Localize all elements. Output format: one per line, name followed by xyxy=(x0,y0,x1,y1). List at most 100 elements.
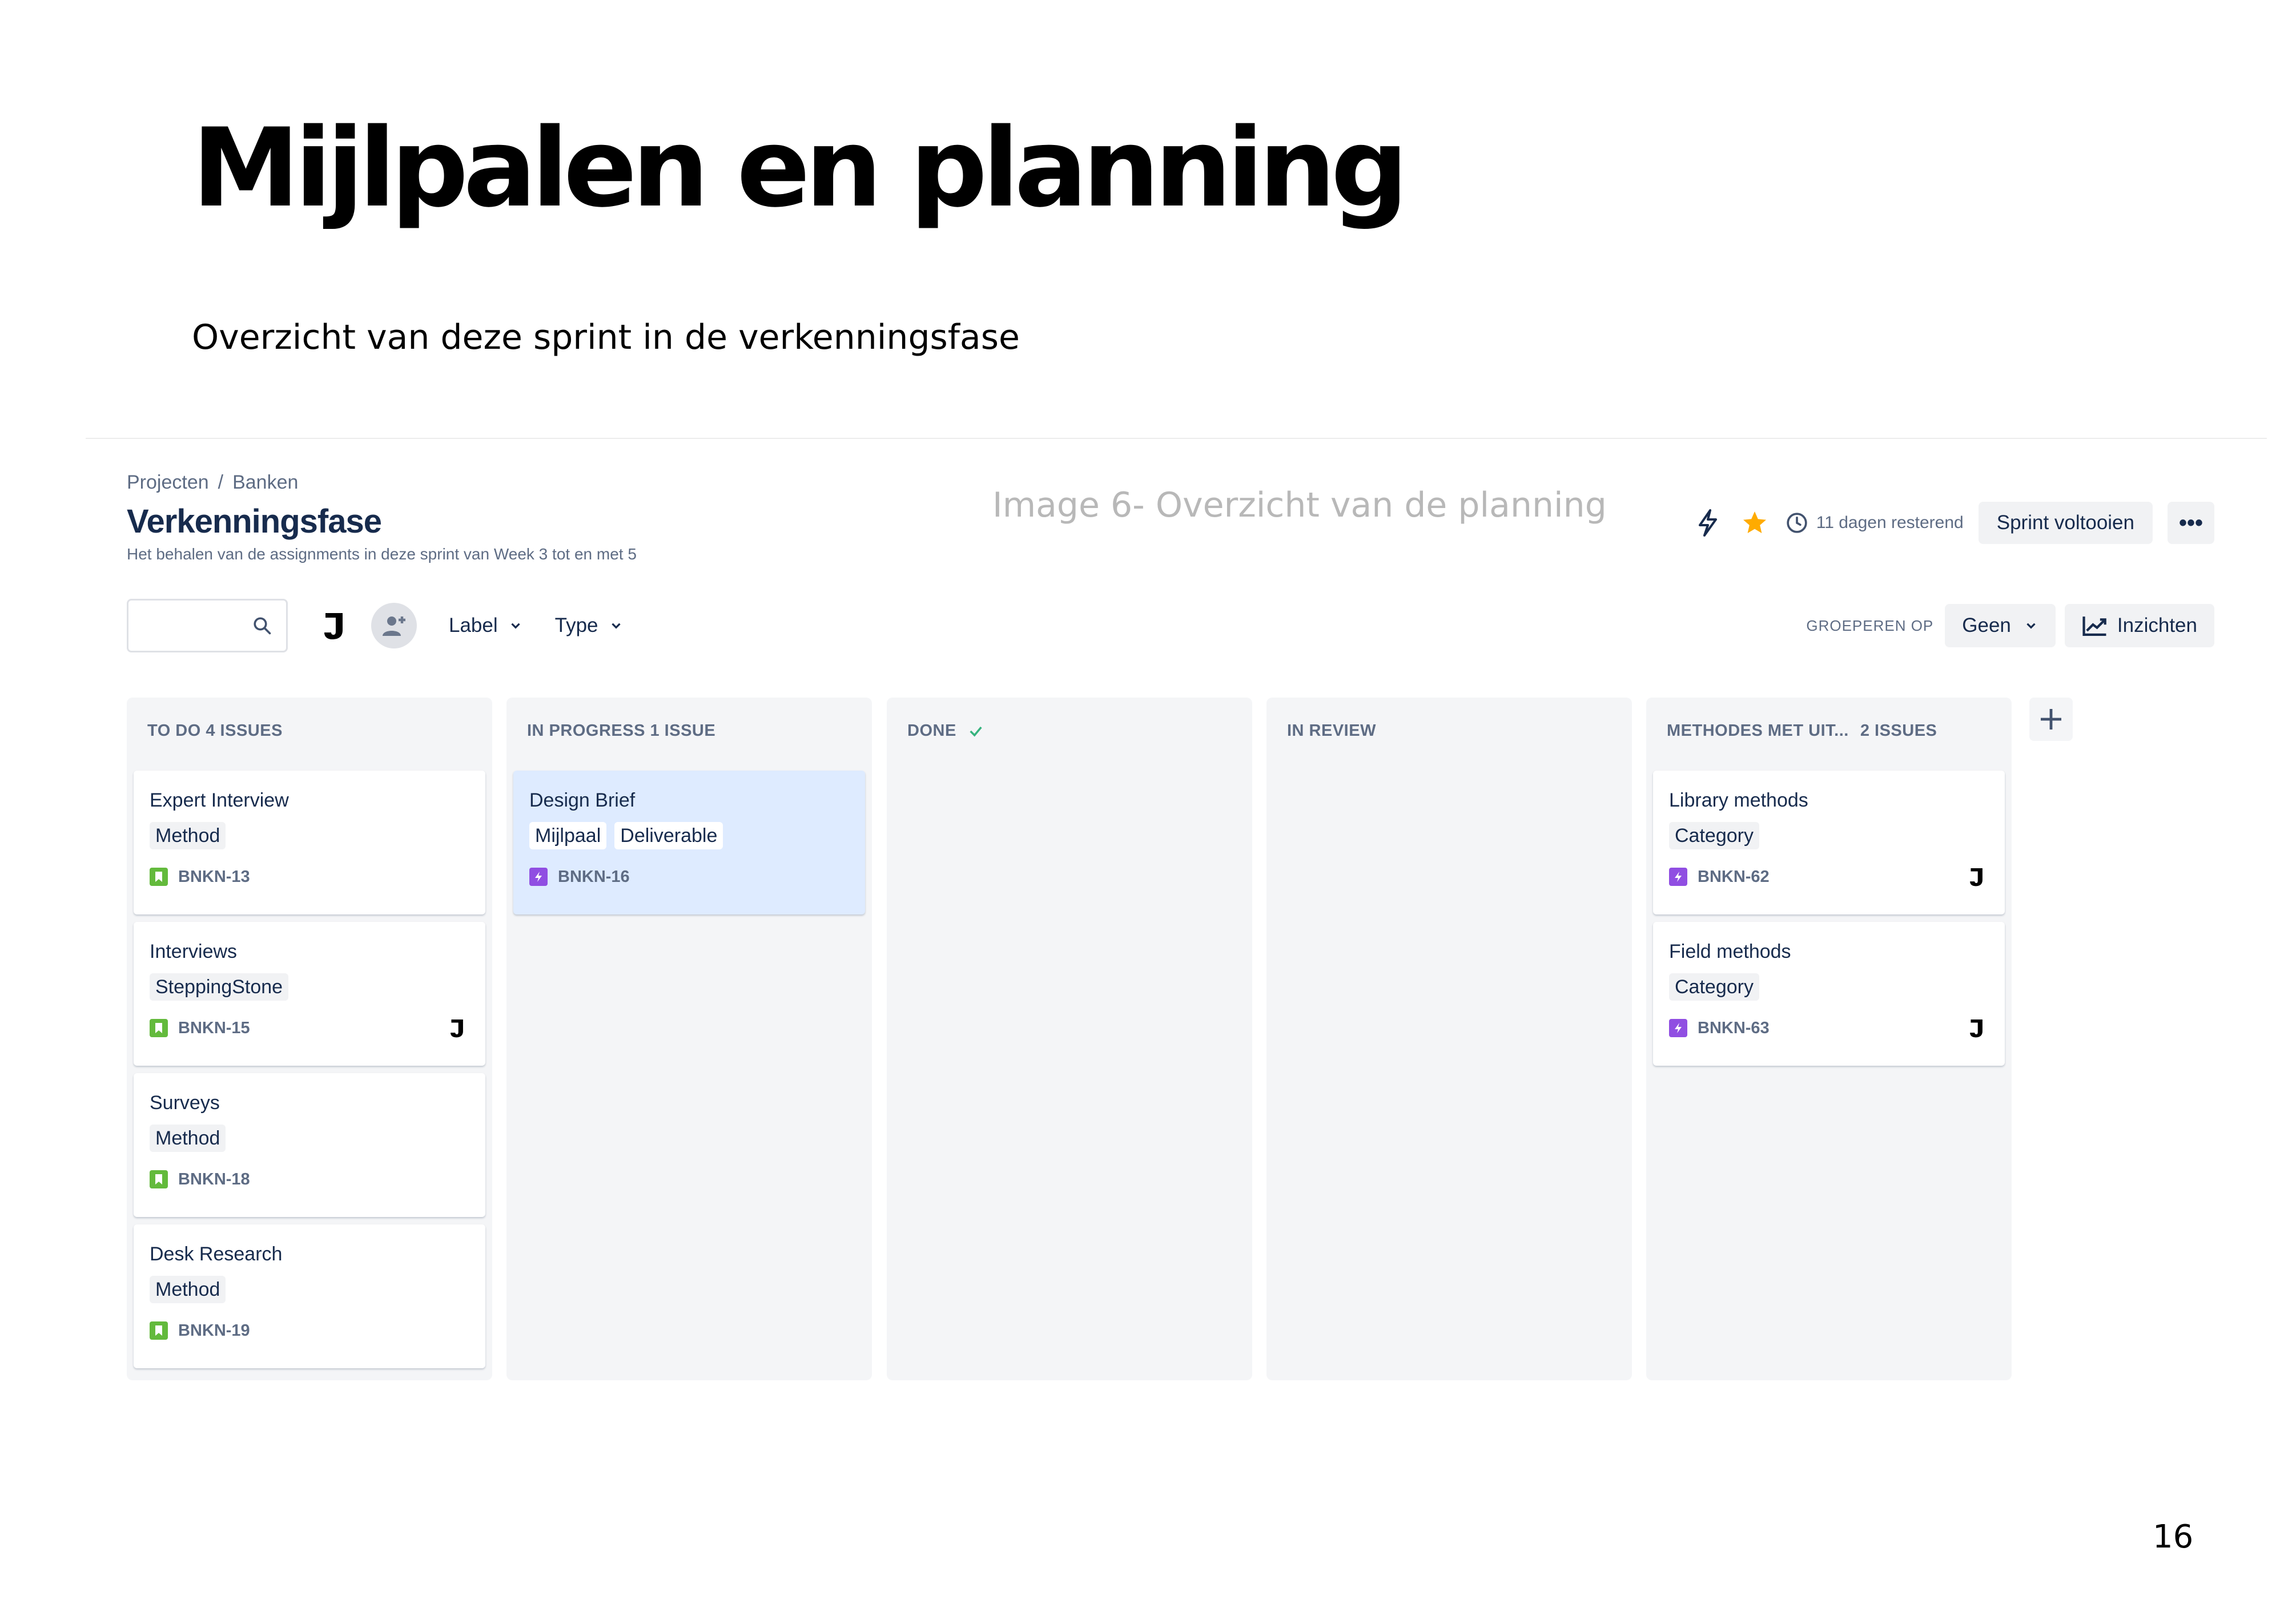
type-filter[interactable]: Type xyxy=(555,614,624,637)
header-actions: 11 dagen resterend Sprint voltooien ••• xyxy=(1692,500,2214,546)
breadcrumb-separator: / xyxy=(218,472,224,493)
issue-key[interactable]: BNKN-62 xyxy=(1698,868,1770,886)
column-title: METHODES MET UIT... xyxy=(1667,722,1849,740)
avatar-j-icon xyxy=(451,1019,463,1038)
more-actions-button[interactable]: ••• xyxy=(2168,502,2214,544)
assignee-avatar[interactable] xyxy=(444,1015,469,1041)
issue-card[interactable]: Surveys Method BNKN-18 xyxy=(134,1073,485,1217)
divider xyxy=(86,438,2267,439)
issue-key[interactable]: BNKN-15 xyxy=(178,1019,250,1038)
card-title: Field methods xyxy=(1669,941,1791,962)
chevron-down-icon xyxy=(611,623,621,629)
assignee-avatar[interactable] xyxy=(1964,864,1989,889)
assignee-avatar[interactable] xyxy=(1964,1015,1989,1041)
issue-card[interactable]: Desk Research Method BNKN-19 xyxy=(134,1224,485,1368)
column-in-progress: IN PROGRESS 1 ISSUE Design Brief Mijlpaa… xyxy=(506,698,872,1380)
column-title: IN REVIEW xyxy=(1287,722,1376,740)
avatar-j-icon xyxy=(324,613,343,639)
issue-card[interactable]: Design Brief Mijlpaal Deliverable BNKN-1… xyxy=(513,771,865,914)
card-title: Interviews xyxy=(150,941,238,962)
group-by-label: GROEPEREN OP xyxy=(1806,616,1934,634)
issue-card[interactable]: Field methods Category BNKN-63 xyxy=(1653,922,2005,1066)
card-label: Method xyxy=(150,1125,226,1152)
column-methodes: METHODES MET UIT... 2 ISSUES Library met… xyxy=(1646,698,2012,1380)
column-header: DONE xyxy=(907,722,984,740)
story-icon xyxy=(150,1170,168,1188)
label-filter[interactable]: Label xyxy=(449,614,523,637)
time-remaining-text: 11 dagen resterend xyxy=(1816,513,1964,532)
card-title: Library methods xyxy=(1669,789,1808,811)
search-input[interactable] xyxy=(127,599,288,652)
breadcrumb: Projecten / Banken xyxy=(127,472,298,494)
issue-key[interactable]: BNKN-16 xyxy=(558,868,630,886)
card-label: Category xyxy=(1669,973,1759,1001)
epic-icon xyxy=(529,868,548,886)
column-in-review: IN REVIEW xyxy=(1266,698,1632,1380)
search-icon xyxy=(254,617,271,635)
page-number: 16 xyxy=(2153,1518,2194,1556)
card-title: Expert Interview xyxy=(150,789,289,811)
column-count: 2 ISSUES xyxy=(1860,722,1937,740)
card-label: Deliverable xyxy=(614,822,723,849)
breadcrumb-projects[interactable]: Projecten xyxy=(127,472,209,493)
type-filter-text: Type xyxy=(554,614,598,636)
automation-bolt-icon[interactable] xyxy=(1692,507,1724,539)
time-remaining: 11 dagen resterend xyxy=(1786,511,1964,534)
board-toolbar: Label Type xyxy=(127,598,624,653)
issue-key[interactable]: BNKN-63 xyxy=(1698,1019,1770,1038)
column-header: METHODES MET UIT... 2 ISSUES xyxy=(1667,722,1937,740)
card-label: Mijlpaal xyxy=(529,822,607,849)
column-title: IN PROGRESS 1 ISSUE xyxy=(527,722,716,740)
issue-card[interactable]: Interviews SteppingStone BNKN-15 xyxy=(134,922,485,1066)
issue-card[interactable]: Expert Interview Method BNKN-13 xyxy=(134,771,485,914)
slide-title: Mijlpalen en planning xyxy=(192,105,1409,231)
add-people-button[interactable] xyxy=(371,603,417,648)
insights-button[interactable]: Inzichten xyxy=(2064,604,2214,647)
card-label: SteppingStone xyxy=(150,973,289,1001)
card-label: Method xyxy=(150,1276,226,1303)
issue-key[interactable]: BNKN-13 xyxy=(178,868,250,886)
column-todo: TO DO 4 ISSUES Expert Interview Method B… xyxy=(127,698,492,1380)
column-header: IN REVIEW xyxy=(1287,722,1376,740)
group-by-select[interactable]: Geen xyxy=(1945,604,2056,647)
issue-key[interactable]: BNKN-19 xyxy=(178,1321,250,1340)
board-toolbar-right: GROEPEREN OP Geen Inzichten xyxy=(1806,604,2214,647)
epic-icon xyxy=(1669,868,1687,886)
column-header: TO DO 4 ISSUES xyxy=(147,722,283,740)
issue-card[interactable]: Library methods Category BNKN-62 xyxy=(1653,771,2005,914)
page-title: Verkenningsfase xyxy=(127,503,382,540)
breadcrumb-banken[interactable]: Banken xyxy=(232,472,298,493)
add-column-button[interactable] xyxy=(2029,698,2073,741)
column-title: DONE xyxy=(907,722,956,740)
check-icon xyxy=(970,726,982,737)
story-icon xyxy=(150,868,168,886)
column-done: DONE xyxy=(887,698,1252,1380)
star-icon[interactable] xyxy=(1739,507,1771,539)
complete-sprint-button[interactable]: Sprint voltooien xyxy=(1978,502,2153,544)
chart-trend-icon xyxy=(2082,616,2106,636)
label-filter-text: Label xyxy=(449,614,498,636)
user-avatar-filter[interactable] xyxy=(316,609,351,643)
column-header: IN PROGRESS 1 ISSUE xyxy=(527,722,715,740)
image-caption: Image 6- Overzicht van de planning xyxy=(992,485,1607,525)
story-icon xyxy=(150,1321,168,1340)
epic-icon xyxy=(1669,1019,1687,1037)
card-title: Design Brief xyxy=(529,789,636,811)
column-title: TO DO 4 ISSUES xyxy=(147,722,283,740)
plus-icon xyxy=(2041,709,2061,730)
clock-icon xyxy=(1787,513,1807,533)
issue-key[interactable]: BNKN-18 xyxy=(178,1170,250,1189)
chevron-down-icon xyxy=(2026,623,2036,629)
avatar-j-icon xyxy=(1970,1019,1983,1038)
card-label: Method xyxy=(150,822,226,849)
card-label: Category xyxy=(1669,822,1759,849)
avatar-j-icon xyxy=(1970,868,1983,886)
card-title: Surveys xyxy=(150,1092,220,1114)
sprint-description: Het behalen van de assignments in deze s… xyxy=(127,545,637,563)
chevron-down-icon xyxy=(510,623,520,629)
story-icon xyxy=(150,1019,168,1037)
add-person-icon xyxy=(383,616,405,636)
slide-subtitle: Overzicht van deze sprint in de verkenni… xyxy=(192,317,1020,357)
card-title: Desk Research xyxy=(150,1243,283,1265)
group-by-value: Geen xyxy=(1962,614,2011,636)
